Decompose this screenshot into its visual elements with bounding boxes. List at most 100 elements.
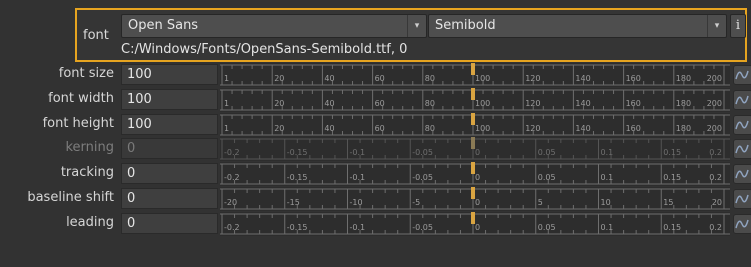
font-width-slider-track: 1 20 40 60 80 100 120 140 160 180 200 <box>220 87 730 112</box>
slider-tick-label: 60 <box>375 124 385 133</box>
animation-curve-icon[interactable] <box>733 164 751 185</box>
dropdown-arrow-icon: ▾ <box>707 15 726 37</box>
slider-tick-label: 0.15 <box>663 148 681 157</box>
slider-tick-label: 0.05 <box>538 173 556 182</box>
slider-tick-label: 120 <box>525 74 540 83</box>
slider-tick-label: -10 <box>350 198 363 207</box>
slider-handle[interactable] <box>471 211 475 224</box>
slider-tick-label: 80 <box>425 99 435 108</box>
slider-handle[interactable] <box>471 112 475 125</box>
animation-curve-icon[interactable] <box>733 114 751 135</box>
animation-curve-icon[interactable] <box>733 65 751 85</box>
tracking-slider[interactable]: -0.2 -0.15 -0.1 -0.05 0 0.05 0.1 0.15 0.2 <box>220 162 730 187</box>
leading-slider-track: -0.2 -0.15 -0.1 -0.05 0 0.05 0.1 0.15 0.2 <box>220 211 730 236</box>
animation-curve-icon[interactable] <box>733 189 751 209</box>
slider-tick-label: -20 <box>224 198 237 207</box>
slider-tick-label: 200 <box>707 124 722 133</box>
font-size-slider-track: 1 20 40 60 80 100 120 140 160 180 200 <box>220 63 730 87</box>
font-label: font <box>83 28 109 43</box>
slider-tick-label: 1 <box>224 99 229 108</box>
slider-tick-label: 1 <box>224 124 229 133</box>
slider-tick-label: 160 <box>626 124 641 133</box>
slider-tick-label: 20 <box>274 74 284 83</box>
slider-tick-label: 0.1 <box>601 173 614 182</box>
slider-tick-label: -0.05 <box>412 223 433 232</box>
slider-tick-label: -15 <box>287 198 300 207</box>
font-height-slider[interactable]: 1 20 40 60 80 100 120 140 160 180 200 <box>220 112 730 137</box>
font-family-dropdown[interactable]: Open Sans ▾ <box>121 14 427 38</box>
slider-tick-label: -0.05 <box>412 173 433 182</box>
slider-tick-label: 0 <box>475 223 480 232</box>
slider-tick-label: 120 <box>525 124 540 133</box>
slider-tick-label: -0.1 <box>350 173 366 182</box>
slider-tick-label: 1 <box>224 74 229 83</box>
slider-tick-label: 140 <box>575 99 590 108</box>
font-height-slider-track: 1 20 40 60 80 100 120 140 160 180 200 <box>220 112 730 137</box>
animation-curve-icon[interactable] <box>733 213 751 234</box>
slider-tick-label: 160 <box>626 99 641 108</box>
slider-tick-label: 160 <box>626 74 641 83</box>
slider-tick-label: 140 <box>575 74 590 83</box>
property-row-font-height: font height 100 1 20 40 60 80 100 120 140 160 180 20… <box>0 112 751 138</box>
font-width-input[interactable]: 100 <box>121 88 218 110</box>
slider-handle <box>471 137 475 150</box>
slider-tick-label: -0.05 <box>412 148 433 157</box>
property-row-baseline-shift: baseline shift 0 -20 -15 -10 -5 0 5 10 15 20 <box>0 187 751 212</box>
slider-tick-label: 40 <box>324 74 334 83</box>
slider-tick-label: 0.05 <box>538 148 556 157</box>
font-info-button[interactable]: i <box>730 14 746 38</box>
slider-tick-label: 0 <box>475 173 480 182</box>
font-selector-group: font Open Sans ▾ Semibold ▾ i C:/Windows… <box>75 8 747 62</box>
animation-curve-icon[interactable] <box>733 139 751 160</box>
slider-handle[interactable] <box>471 87 475 100</box>
slider-tick-label: 5 <box>538 198 543 207</box>
slider-tick-label: 10 <box>601 198 611 207</box>
slider-tick-label: 200 <box>707 99 722 108</box>
font-style-dropdown[interactable]: Semibold ▾ <box>428 14 727 38</box>
slider-tick-label: 20 <box>712 198 722 207</box>
slider-tick-label: 40 <box>324 99 334 108</box>
font-size-label: font size <box>58 66 114 81</box>
slider-tick-label: 180 <box>676 124 691 133</box>
font-width-label: font width <box>48 90 114 106</box>
font-family-value: Open Sans <box>128 18 199 33</box>
slider-handle[interactable] <box>471 187 475 199</box>
slider-tick-label: 100 <box>475 74 490 83</box>
dropdown-arrow-icon: ▾ <box>407 15 426 37</box>
slider-tick-label: -0.2 <box>224 223 240 232</box>
property-row-leading: leading 0 -0.2 -0.15 -0.1 -0.05 0 0.05 0.1 0.15 0.… <box>0 211 751 237</box>
slider-tick-label: 20 <box>274 99 284 108</box>
leading-input[interactable]: 0 <box>121 212 218 234</box>
baseline-shift-input[interactable]: 0 <box>121 188 218 209</box>
kerning-slider-track: -0.2 -0.15 -0.1 -0.05 0 0.05 0.1 0.15 0.2 <box>220 137 730 162</box>
slider-handle[interactable] <box>471 162 475 175</box>
baseline-shift-label: baseline shift <box>27 190 114 205</box>
leading-slider[interactable]: -0.2 -0.15 -0.1 -0.05 0 0.05 0.1 0.15 0.2 <box>220 211 730 236</box>
slider-tick-label: -0.2 <box>224 148 240 157</box>
slider-tick-label: 0.1 <box>601 223 614 232</box>
slider-tick-label: 140 <box>575 124 590 133</box>
leading-label: leading <box>66 214 114 230</box>
animation-curve-icon[interactable] <box>733 89 751 110</box>
slider-tick-label: 20 <box>274 124 284 133</box>
slider-handle[interactable] <box>471 63 475 75</box>
slider-tick-label: -0.1 <box>350 223 366 232</box>
font-size-input[interactable]: 100 <box>121 64 218 85</box>
slider-tick-label: 40 <box>324 124 334 133</box>
baseline-shift-slider-track: -20 -15 -10 -5 0 5 10 15 20 <box>220 187 730 211</box>
baseline-shift-slider[interactable]: -20 -15 -10 -5 0 5 10 15 20 <box>220 187 730 211</box>
font-width-slider[interactable]: 1 20 40 60 80 100 120 140 160 180 200 <box>220 87 730 112</box>
tracking-input[interactable]: 0 <box>121 163 218 185</box>
font-style-value: Semibold <box>435 18 496 33</box>
tracking-slider-track: -0.2 -0.15 -0.1 -0.05 0 0.05 0.1 0.15 0.2 <box>220 162 730 187</box>
slider-tick-label: 0.2 <box>709 223 722 232</box>
slider-tick-label: 0 <box>475 148 480 157</box>
slider-tick-label: 0.15 <box>663 173 681 182</box>
slider-tick-label: 100 <box>475 124 490 133</box>
slider-tick-label: 200 <box>707 74 722 83</box>
font-size-slider[interactable]: 1 20 40 60 80 100 120 140 160 180 200 <box>220 63 730 87</box>
kerning-label: kerning <box>65 140 114 156</box>
tracking-label: tracking <box>60 165 114 181</box>
property-row-font-size: font size 100 1 20 40 60 80 100 120 140 160 180 200 <box>0 63 751 88</box>
font-height-input[interactable]: 100 <box>121 113 218 135</box>
